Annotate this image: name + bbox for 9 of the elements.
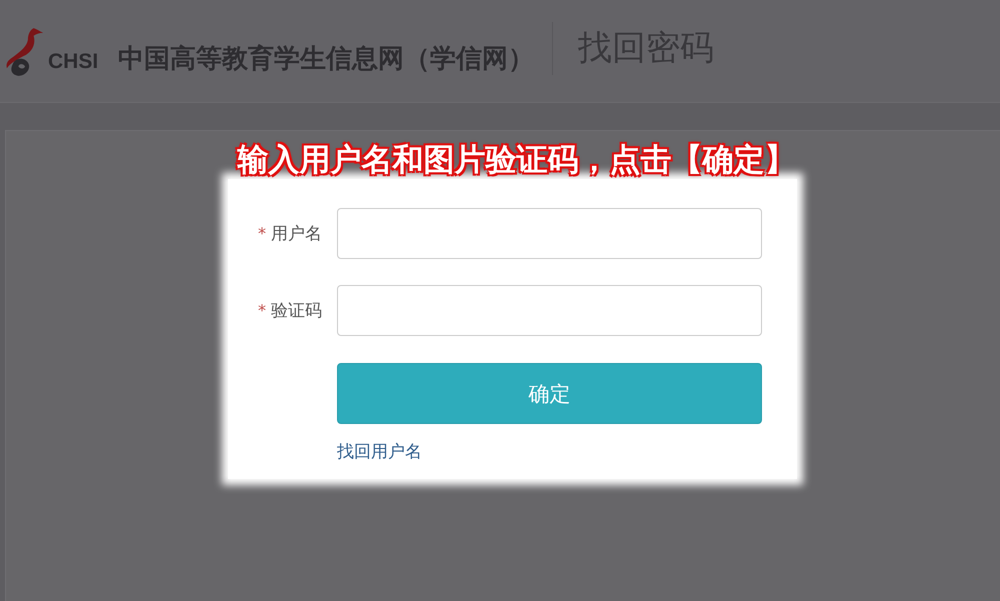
field-label: 用户名 (271, 223, 322, 245)
field-label: 验证码 (271, 300, 322, 322)
logo-text: CHSI (48, 50, 98, 74)
input-field[interactable] (337, 208, 762, 259)
annotation-text: 输入用户名和图片验证码，点击【确定】 (238, 141, 796, 179)
input-field[interactable] (337, 285, 762, 336)
recover-username-link[interactable]: 找回用户名 (337, 442, 422, 462)
required-mark: * (258, 224, 266, 243)
required-mark: * (258, 301, 266, 320)
